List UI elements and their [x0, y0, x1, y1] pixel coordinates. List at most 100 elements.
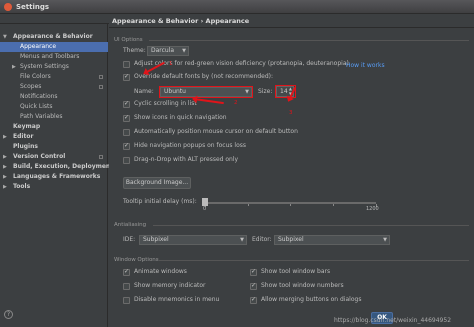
sidebar-item-label: Appearance [20, 43, 57, 50]
show-memory-indicator-checkbox[interactable] [123, 283, 130, 290]
allow-merging-buttons-label: Allow merging buttons on dialogs [261, 296, 362, 303]
section-divider [149, 40, 469, 41]
expand-arrow-icon[interactable]: ▼ [3, 32, 7, 42]
project-settings-icon [99, 75, 103, 79]
sidebar-item-appearance[interactable]: Appearance [0, 42, 108, 52]
sidebar-item-label: File Colors [20, 73, 51, 80]
settings-content: Appearance & Behavior › Appearance UI Op… [109, 14, 474, 327]
section-ui-options: UI Options [114, 37, 143, 43]
project-settings-icon [99, 85, 103, 89]
annotation-marker-1: 1 [169, 61, 173, 67]
title-bar: Settings [0, 0, 474, 14]
sidebar-item-label: Tools [13, 183, 31, 190]
sidebar-item-label: Path Variables [20, 113, 63, 120]
show-memory-indicator-label: Show memory indicator [134, 282, 206, 289]
collapse-arrow-icon[interactable]: ▶ [3, 132, 7, 142]
slider-min-label: 0 [203, 206, 207, 212]
disable-mnemonics-checkbox[interactable] [123, 297, 130, 304]
theme-select[interactable]: Darcula ▼ [147, 46, 189, 56]
sidebar-item-label: Scopes [20, 83, 42, 90]
section-window-options: Window Options [114, 257, 159, 263]
annotation-marker-2: 2 [234, 100, 238, 106]
editor-antialiasing-label: Editor: [252, 236, 272, 243]
section-divider [153, 225, 469, 226]
animate-windows-checkbox[interactable] [123, 268, 130, 276]
sidebar-item-label: Plugins [13, 143, 38, 150]
annotation-arrow-2 [193, 98, 224, 105]
annotation-box-name [159, 86, 253, 98]
slider-max-label: 1200 [366, 206, 379, 212]
show-tool-window-numbers-checkbox[interactable] [250, 282, 257, 290]
breadcrumb: Appearance & Behavior › Appearance [112, 17, 249, 25]
theme-label: Theme: [123, 47, 146, 54]
auto-mouse-label: Automatically position mouse cursor on d… [134, 128, 298, 135]
sidebar-item-label: Build, Execution, Deployment [13, 163, 114, 170]
ide-antialiasing-select[interactable]: Subpixel ▼ [139, 235, 247, 245]
adjust-colors-checkbox[interactable] [123, 61, 130, 68]
sidebar-item-label: System Settings [20, 63, 69, 70]
cyclic-scrolling-label: Cyclic scrolling in list [134, 100, 197, 107]
slider-tick [290, 204, 291, 206]
hide-navigation-checkbox[interactable] [123, 142, 130, 150]
breadcrumb-parent: Appearance & Behavior [112, 17, 199, 25]
override-fonts-label: Override default fonts by (not recommend… [134, 73, 274, 80]
section-divider [159, 260, 469, 261]
sidebar-item-file-colors[interactable]: File Colors [0, 72, 108, 82]
sidebar-item-path-variables[interactable]: Path Variables [0, 112, 108, 122]
allow-merging-buttons-checkbox[interactable] [250, 296, 257, 304]
background-image-button[interactable]: Background Image... [123, 177, 191, 189]
collapse-arrow-icon[interactable]: ▶ [3, 162, 7, 172]
animate-windows-label: Animate windows [134, 268, 187, 275]
how-it-works-link[interactable]: How it works [346, 62, 385, 69]
editor-antialiasing-select[interactable]: Subpixel ▼ [274, 235, 390, 245]
sidebar-item-label: Keymap [13, 123, 41, 130]
slider-tick [248, 204, 249, 206]
sidebar-item-build-execution[interactable]: ▶ Build, Execution, Deployment [0, 162, 113, 172]
section-antialiasing: Antialiasing [114, 222, 147, 228]
sidebar-item-system-settings[interactable]: ▶ System Settings [0, 62, 108, 72]
sidebar-item-tools[interactable]: ▶ Tools [0, 182, 108, 192]
chevron-down-icon: ▼ [182, 48, 186, 54]
close-window-button[interactable] [4, 3, 12, 11]
override-fonts-checkbox[interactable] [123, 73, 130, 81]
auto-mouse-checkbox[interactable] [123, 129, 130, 136]
font-size-label: Size: [258, 88, 273, 95]
sidebar-item-languages-frameworks[interactable]: ▶ Languages & Frameworks [0, 172, 108, 182]
breadcrumb-separator: › [200, 17, 204, 25]
sidebar-item-plugins[interactable]: Plugins [0, 142, 108, 152]
settings-sidebar: ▼ Appearance & Behavior Appearance Menus… [0, 24, 113, 327]
disable-mnemonics-label: Disable mnemonics in menu [134, 296, 220, 303]
annotation-marker-3: 3 [289, 110, 293, 116]
header-divider [109, 27, 474, 28]
sidebar-item-label: Notifications [20, 93, 58, 100]
sidebar-item-version-control[interactable]: ▶ Version Control [0, 152, 108, 162]
sidebar-item-keymap[interactable]: Keymap [0, 122, 108, 132]
sidebar-item-menus-toolbars[interactable]: Menus and Toolbars [0, 52, 108, 62]
ide-antialiasing-label: IDE: [123, 236, 136, 243]
collapse-arrow-icon[interactable]: ▶ [3, 182, 7, 192]
sidebar-item-appearance-behavior[interactable]: ▼ Appearance & Behavior [0, 32, 108, 42]
help-icon[interactable]: ? [4, 310, 13, 319]
slider-tick [333, 204, 334, 206]
ide-antialiasing-value: Subpixel [143, 236, 169, 243]
drag-n-drop-label: Drag-n-Drop with ALT pressed only [134, 156, 239, 163]
sidebar-item-quick-lists[interactable]: Quick Lists [0, 102, 108, 112]
sidebar-item-notifications[interactable]: Notifications [0, 92, 108, 102]
breadcrumb-current: Appearance [205, 17, 250, 25]
show-tool-window-bars-label: Show tool window bars [261, 268, 331, 275]
sidebar-item-editor[interactable]: ▶ Editor [0, 132, 108, 142]
collapse-arrow-icon[interactable]: ▶ [3, 152, 7, 162]
sidebar-item-label: Editor [13, 133, 34, 140]
collapse-arrow-icon[interactable]: ▶ [12, 62, 16, 72]
sidebar-item-scopes[interactable]: Scopes [0, 82, 108, 92]
collapse-arrow-icon[interactable]: ▶ [3, 172, 7, 182]
drag-n-drop-checkbox[interactable] [123, 157, 130, 164]
chevron-down-icon: ▼ [383, 237, 387, 243]
theme-value: Darcula [151, 47, 175, 54]
cyclic-scrolling-checkbox[interactable] [123, 100, 130, 108]
window-title: Settings [16, 3, 50, 11]
show-tool-window-bars-checkbox[interactable] [250, 268, 257, 276]
show-icons-checkbox[interactable] [123, 114, 130, 122]
sidebar-item-label: Version Control [13, 153, 66, 160]
sidebar-item-label: Languages & Frameworks [13, 173, 101, 180]
